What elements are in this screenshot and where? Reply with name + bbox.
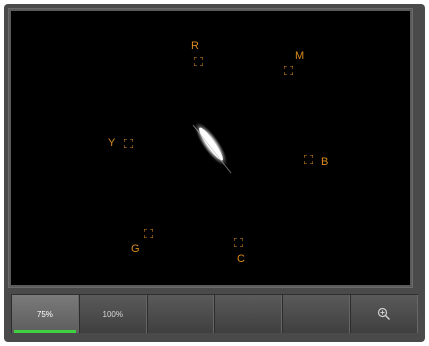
target-box-b — [304, 155, 313, 164]
zoom-in-button[interactable] — [350, 295, 418, 333]
target-box-c — [234, 238, 243, 247]
zoom-100-button[interactable]: 100% — [78, 295, 147, 333]
vectorscope-window: R M Y B G C 75% 100% — [0, 0, 429, 346]
target-label-c: C — [237, 253, 245, 265]
target-label-y: Y — [108, 137, 116, 149]
target-label-b: B — [321, 156, 329, 168]
toolbar-button-3[interactable] — [146, 295, 215, 333]
vectorscope-display: R M Y B G C — [11, 11, 410, 285]
target-box-g — [144, 229, 153, 238]
scope-toolbar: 75% 100% — [11, 294, 418, 337]
target-box-y — [124, 139, 133, 148]
zoom-in-icon — [377, 307, 391, 320]
target-box-r — [194, 57, 203, 66]
target-label-r: R — [191, 40, 199, 52]
vectorscope-trace — [192, 122, 232, 174]
target-label-m: M — [295, 50, 305, 62]
target-box-m — [284, 66, 293, 75]
zoom-100-label: 100% — [102, 309, 123, 319]
toolbar-button-4[interactable] — [214, 295, 283, 333]
toolbar-button-5[interactable] — [282, 295, 351, 333]
zoom-75-button[interactable]: 75% — [11, 295, 79, 333]
target-label-g: G — [131, 243, 140, 255]
zoom-75-label: 75% — [36, 309, 53, 319]
